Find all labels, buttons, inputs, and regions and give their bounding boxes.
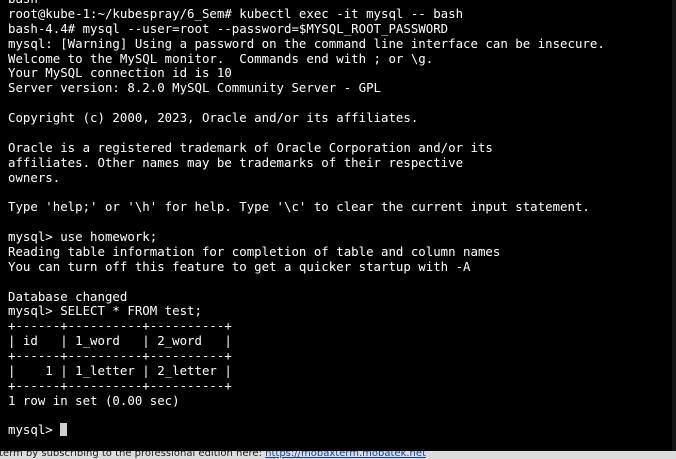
mobaxterm-link[interactable]: https://mobaxterm.mobatek.net — [265, 451, 426, 459]
terminal-line: mysql> SELECT * FROM test; — [8, 303, 202, 319]
terminal-line: Type 'help;' or '\h' for help. Type '\c'… — [8, 199, 590, 215]
terminal-line: You can turn off this feature to get a q… — [8, 258, 471, 274]
terminal-line: | 1 | 1_letter | 2_letter | — [8, 362, 232, 378]
terminal-line: Your MySQL connection id is 10 — [8, 65, 232, 81]
terminal-line: Welcome to the MySQL monitor. Commands e… — [8, 50, 434, 66]
terminal-line: mysql: [Warning] Using a password on the… — [8, 35, 605, 51]
text-cursor — [60, 423, 68, 437]
terminal-line: +------+----------+----------+ — [8, 348, 232, 363]
mysql-prompt: mysql> — [8, 422, 61, 438]
terminal-window[interactable]: bash root@kube-1:~/kubespray/6_Sem# kube… — [0, 0, 676, 451]
terminal-line: root@kube-1:~/kubespray/6_Sem# kubectl e… — [8, 5, 464, 21]
status-bar-message: term by subscribing to the professional … — [0, 451, 426, 459]
terminal-line: bash-4.4# mysql --user=root --password=$… — [8, 20, 449, 36]
terminal-output: bash root@kube-1:~/kubespray/6_Sem# kube… — [8, 0, 605, 438]
terminal-line: Database changed — [8, 288, 128, 304]
terminal-line: affiliates. Other names may be trademark… — [8, 154, 464, 170]
terminal-line: Reading table information for completion… — [8, 243, 501, 259]
terminal-line: Copyright (c) 2000, 2023, Oracle and/or … — [8, 110, 419, 125]
terminal-scrollbar[interactable] — [672, 0, 676, 451]
status-bar-text: term by subscribing to the professional … — [0, 451, 266, 459]
terminal-line: owners. — [8, 169, 61, 185]
terminal-line: 1 row in set (0.00 sec) — [8, 392, 180, 408]
status-bar: term by subscribing to the professional … — [0, 451, 676, 459]
terminal-line: | id | 1_word | 2_word | — [8, 333, 232, 349]
terminal-line: +------+----------+----------+ — [8, 318, 232, 334]
terminal-line: mysql> use homework; — [8, 229, 158, 244]
terminal-line: Oracle is a registered trademark of Orac… — [8, 139, 493, 155]
terminal-prompt-line[interactable]: mysql> — [8, 422, 605, 438]
terminal-line: Server version: 8.2.0 MySQL Community Se… — [8, 80, 381, 96]
terminal-line: +------+----------+----------+ — [8, 377, 232, 393]
